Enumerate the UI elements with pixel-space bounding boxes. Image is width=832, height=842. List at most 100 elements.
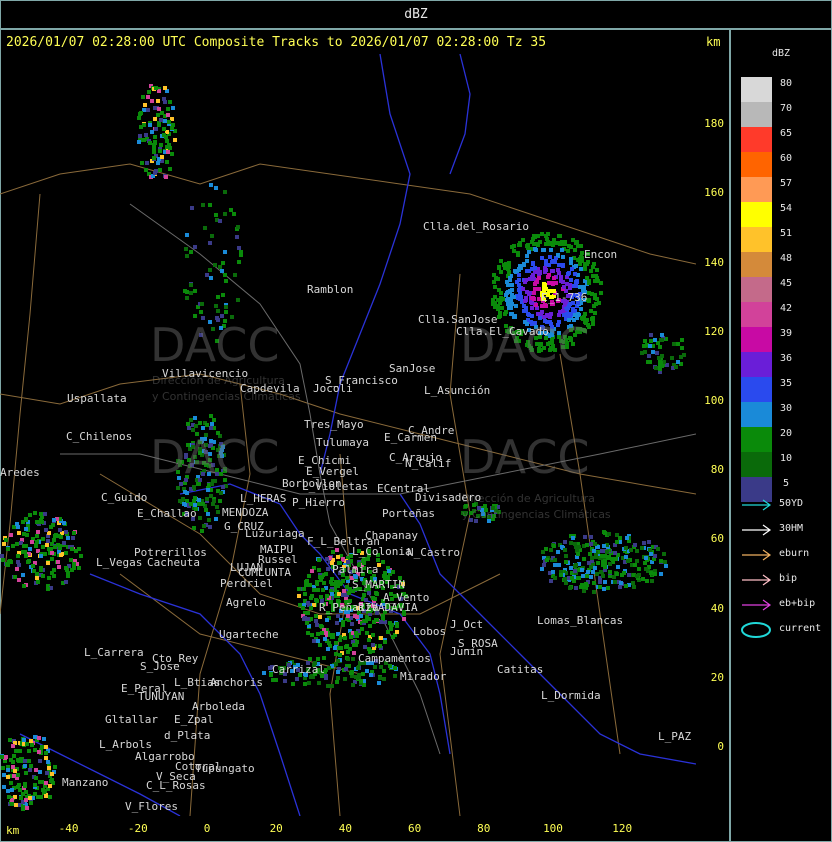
- track-legend-label: 30HM: [779, 523, 804, 534]
- echo-pixel: [223, 212, 227, 216]
- echo-pixel: [36, 580, 40, 584]
- legend-swatch: [741, 302, 772, 327]
- echo-pixel: [395, 622, 399, 626]
- legend-level-label: 80: [779, 78, 793, 89]
- echo-pixel: [236, 225, 240, 229]
- echo-pixel: [532, 234, 536, 238]
- echo-pixel: [513, 269, 517, 273]
- echo-pixel: [349, 671, 353, 675]
- watermark-line-4: y Contingencias Climáticas: [462, 508, 611, 521]
- echo-pixel: [62, 521, 66, 525]
- echo-pixel: [499, 270, 503, 274]
- echo-pixel: [57, 534, 61, 538]
- echo-pixel: [11, 544, 15, 548]
- echo-pixel: [46, 760, 50, 764]
- echo-pixel: [16, 554, 20, 558]
- echo-pixel: [518, 264, 522, 268]
- echo-pixel: [209, 183, 213, 187]
- echo-pixel: [569, 541, 573, 545]
- echo-pixel: [146, 95, 150, 99]
- echo-pixel: [17, 578, 21, 582]
- echo-pixel: [402, 617, 406, 621]
- echo-pixel: [549, 579, 553, 583]
- legend-level-label: 70: [779, 103, 793, 114]
- echo-pixel: [314, 619, 318, 623]
- y-tick-label: 120: [704, 324, 724, 338]
- echo-pixel: [184, 247, 188, 251]
- echo-pixel: [564, 554, 568, 558]
- echo-pixel: [37, 736, 41, 740]
- echo-pixel: [640, 351, 644, 355]
- echo-pixel: [504, 262, 508, 266]
- echo-pixel: [551, 570, 555, 574]
- legend-level-label: 30: [779, 403, 793, 414]
- echo-pixel: [295, 677, 299, 681]
- echo-pixel: [30, 540, 34, 544]
- echo-pixel: [542, 248, 546, 252]
- echo-pixel: [598, 585, 602, 589]
- echo-pixel: [542, 282, 546, 286]
- echo-pixel: [321, 588, 325, 592]
- track-arrow-icon: [742, 524, 772, 536]
- echo-pixel: [571, 536, 575, 540]
- place-label: Arboleda: [192, 700, 245, 713]
- watermark-line-3: Dirección de Agricultura: [462, 492, 595, 505]
- place-label: N_Calif: [405, 457, 452, 470]
- echo-pixel: [608, 562, 612, 566]
- echo-pixel: [223, 250, 227, 254]
- echo-pixel: [601, 574, 605, 578]
- echo-pixel: [229, 208, 233, 212]
- echo-pixel: [561, 309, 565, 313]
- echo-pixel: [197, 498, 201, 502]
- y-tick-label: 100: [704, 394, 724, 407]
- place-label: Encon: [584, 248, 618, 261]
- place-label: Junín: [450, 645, 484, 658]
- echo-pixel: [651, 350, 655, 354]
- echo-pixel: [633, 543, 637, 547]
- echo-pixel: [205, 423, 209, 427]
- echo-pixel: [56, 560, 60, 564]
- echo-pixel: [35, 576, 39, 580]
- echo-pixel: [12, 754, 16, 758]
- echo-pixel: [215, 505, 219, 509]
- echo-pixel: [157, 107, 161, 111]
- echo-pixel: [540, 567, 544, 571]
- echo-pixel: [189, 250, 193, 254]
- echo-pixel: [204, 508, 208, 512]
- echo-pixel: [517, 288, 521, 292]
- echo-pixel: [24, 554, 28, 558]
- echo-pixel: [512, 244, 516, 248]
- echo-pixel: [564, 560, 568, 564]
- echo-pixel: [29, 801, 33, 805]
- echo-pixel: [506, 283, 510, 287]
- echo-pixel: [517, 278, 521, 282]
- echo-pixel: [156, 161, 160, 165]
- echo-pixel: [22, 544, 26, 548]
- echo-pixel: [320, 631, 324, 635]
- echo-pixel: [341, 557, 345, 561]
- echo-pixel: [644, 556, 648, 560]
- echo-pixel: [336, 659, 340, 663]
- echo-pixel: [303, 592, 307, 596]
- legend-level-label: 10: [779, 453, 793, 464]
- echo-pixel: [371, 633, 375, 637]
- echo-pixel: [218, 219, 222, 223]
- place-label: Carrizal: [272, 663, 325, 676]
- echo-pixel: [38, 759, 42, 763]
- echo-pixel: [592, 549, 596, 553]
- echo-pixel: [345, 576, 349, 580]
- legend-swatch: [741, 427, 772, 452]
- echo-pixel: [551, 281, 555, 285]
- echo-pixel: [337, 646, 341, 650]
- echo-pixel: [341, 623, 345, 627]
- echo-pixel: [199, 310, 203, 314]
- echo-pixel: [388, 621, 392, 625]
- echo-pixel: [223, 273, 227, 277]
- echo-pixel: [150, 130, 154, 134]
- echo-pixel: [35, 540, 39, 544]
- place-label: Catitas: [497, 663, 544, 676]
- x-tick-label: 80: [477, 822, 491, 835]
- x-tick-label: 120: [612, 822, 633, 835]
- track-arrow-icon: [742, 599, 772, 611]
- echo-pixel: [302, 587, 306, 591]
